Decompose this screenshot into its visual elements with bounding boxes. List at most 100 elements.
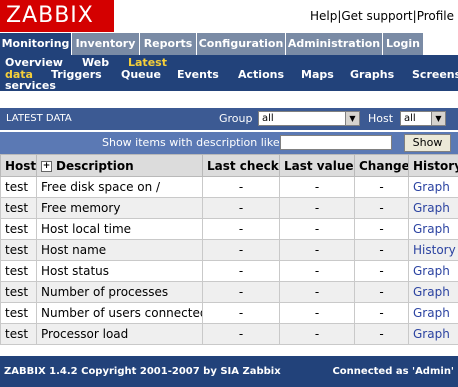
submenu-graphs[interactable]: Graphs [350, 68, 394, 81]
zabbix-logo: ZABBIX [0, 0, 114, 32]
menu-monitoring[interactable]: Monitoring [0, 33, 71, 55]
description-cell: Free memory [36, 197, 203, 219]
host-label: Host [368, 112, 394, 125]
footer: ZABBIX 1.4.2 Copyright 2001-2007 by SIA … [0, 356, 458, 387]
header: ZABBIX Help|Get support|Profile [0, 0, 458, 32]
page-title: LATEST DATA [6, 113, 72, 124]
menu-reports[interactable]: Reports [140, 33, 196, 55]
get-support-link[interactable]: Get support [341, 9, 412, 23]
description-cell: Free disk space on / [36, 176, 203, 198]
history-link[interactable]: Graph [408, 197, 458, 219]
group-label: Group [219, 112, 253, 125]
last-check-cell: - [202, 176, 280, 198]
description-cell: Number of users connected [36, 302, 203, 324]
last-value-cell: - [279, 281, 355, 303]
last-check-cell: - [202, 239, 280, 261]
host-select-value: all [404, 113, 416, 124]
last-value-cell: - [279, 176, 355, 198]
description-cell: Processor load [36, 323, 203, 345]
description-cell: Host local time [36, 218, 203, 240]
show-button[interactable]: Show [404, 134, 451, 152]
submenu-maps[interactable]: Maps [301, 68, 334, 81]
history-link[interactable]: Graph [408, 218, 458, 240]
menu-inventory[interactable]: Inventory [72, 33, 139, 55]
last-value-cell: - [279, 302, 355, 324]
history-link[interactable]: Graph [408, 176, 458, 198]
table-row: test Host name - - - History [0, 239, 458, 261]
host-cell: test [0, 218, 37, 240]
change-cell: - [354, 281, 409, 303]
last-value-cell: - [279, 323, 355, 345]
change-cell: - [354, 197, 409, 219]
expand-icon[interactable]: + [41, 160, 52, 172]
filter-bar: Show items with description like Show [0, 132, 458, 154]
host-cell: test [0, 281, 37, 303]
description-cell: Host name [36, 239, 203, 261]
submenu-actions[interactable]: Actions [238, 68, 284, 81]
history-link[interactable]: History [408, 239, 458, 261]
column-header-change[interactable]: Change [354, 154, 409, 177]
last-check-cell: - [202, 197, 280, 219]
copyright-text: ZABBIX 1.4.2 Copyright 2001-2007 by SIA … [4, 366, 281, 377]
sub-menu: Overview Web Latest data Triggers Queue … [0, 55, 458, 92]
table-row: test Processor load - - - Graph [0, 323, 458, 345]
submenu-screens[interactable]: Screens [412, 68, 458, 81]
last-check-cell: - [202, 260, 280, 282]
history-link[interactable]: Graph [408, 281, 458, 303]
table-row: test Free memory - - - Graph [0, 197, 458, 219]
last-value-cell: - [279, 239, 355, 261]
column-header-last-value[interactable]: Last value [279, 154, 355, 177]
table-row: test Host status - - - Graph [0, 260, 458, 282]
description-cell: Number of processes [36, 281, 203, 303]
host-cell: test [0, 323, 37, 345]
table-row: test Host local time - - - Graph [0, 218, 458, 240]
change-cell: - [354, 239, 409, 261]
help-link[interactable]: Help [310, 9, 337, 23]
last-check-cell: - [202, 281, 280, 303]
submenu-events[interactable]: Events [177, 68, 219, 81]
group-select-value: all [262, 113, 274, 124]
chevron-down-icon[interactable]: ▼ [431, 112, 445, 125]
last-check-cell: - [202, 323, 280, 345]
column-header-description-label: Description [56, 158, 134, 173]
description-filter-input[interactable] [280, 135, 392, 150]
last-value-cell: - [279, 218, 355, 240]
host-cell: test [0, 239, 37, 261]
change-cell: - [354, 302, 409, 324]
latest-data-titlebar: LATEST DATA Group all ▼ Host all ▼ [0, 108, 458, 130]
change-cell: - [354, 176, 409, 198]
host-cell: test [0, 302, 37, 324]
menu-login[interactable]: Login [383, 33, 423, 55]
table-row: test Free disk space on / - - - Graph [0, 176, 458, 198]
change-cell: - [354, 260, 409, 282]
host-cell: test [0, 260, 37, 282]
filter-label: Show items with description like [102, 136, 280, 149]
menu-spacer [423, 33, 458, 55]
profile-link[interactable]: Profile [417, 9, 454, 23]
column-header-host[interactable]: Host [0, 154, 37, 177]
chevron-down-icon[interactable]: ▼ [345, 112, 359, 125]
main-menu: Monitoring Inventory Reports Configurati… [0, 33, 458, 55]
history-link[interactable]: Graph [408, 260, 458, 282]
column-header-history[interactable]: History [408, 154, 458, 177]
table-row: test Number of users connected - - - Gra… [0, 302, 458, 324]
column-header-last-check[interactable]: Last check [202, 154, 280, 177]
history-link[interactable]: Graph [408, 302, 458, 324]
submenu-triggers[interactable]: Triggers [51, 68, 102, 81]
table-header-row: Host + Description Last check Last value … [0, 154, 458, 177]
host-cell: test [0, 197, 37, 219]
latest-data-table: Host + Description Last check Last value … [0, 154, 458, 345]
description-cell: Host status [36, 260, 203, 282]
history-link[interactable]: Graph [408, 323, 458, 345]
submenu-queue[interactable]: Queue [121, 68, 161, 81]
group-select[interactable]: all ▼ [258, 111, 360, 126]
top-links: Help|Get support|Profile [310, 9, 454, 23]
menu-administration[interactable]: Administration [286, 33, 382, 55]
menu-configuration[interactable]: Configuration [197, 33, 285, 55]
change-cell: - [354, 218, 409, 240]
change-cell: - [354, 323, 409, 345]
host-cell: test [0, 176, 37, 198]
column-header-description[interactable]: + Description [36, 154, 203, 177]
host-select[interactable]: all ▼ [400, 111, 446, 126]
submenu-services[interactable]: services [5, 79, 56, 92]
